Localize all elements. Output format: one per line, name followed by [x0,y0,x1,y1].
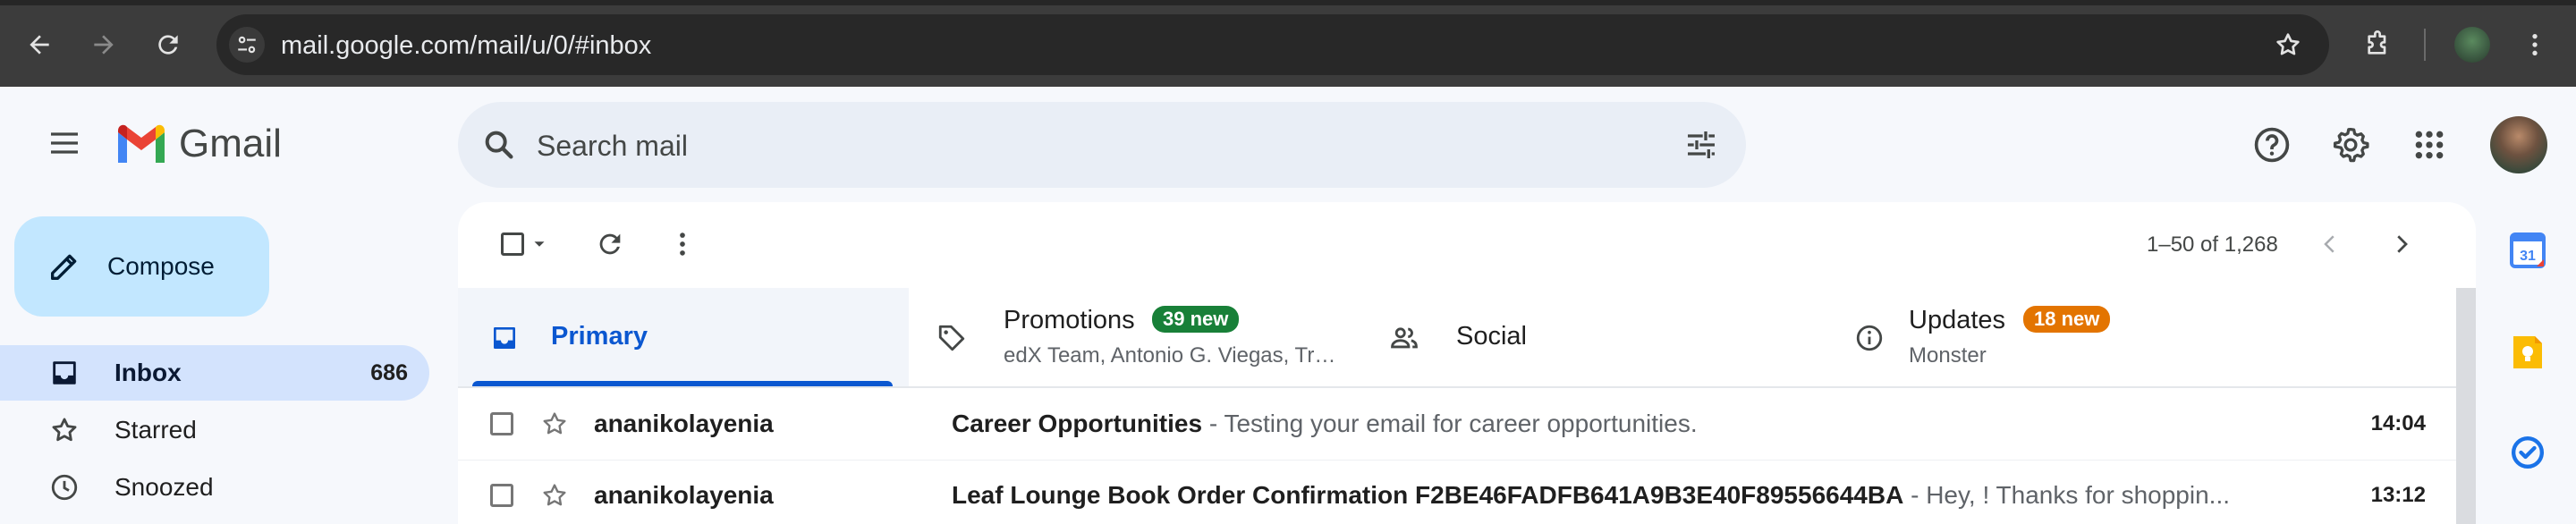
email-time: 13:12 [2370,483,2426,507]
search-options-icon[interactable] [1680,123,1723,166]
email-subject: Career Opportunities [952,410,1203,437]
browser-chrome: mail.google.com/mail/u/0/#inbox [0,0,2576,87]
select-dropdown-icon[interactable] [526,222,553,266]
tag-icon [934,320,970,356]
extensions-icon[interactable] [2356,23,2399,66]
email-time: 14:04 [2370,411,2426,435]
pencil-icon [45,247,84,286]
refresh-icon[interactable] [588,222,632,266]
tab-label: Social [1456,322,1527,351]
calendar-app-icon[interactable]: 31 [2508,231,2547,270]
app-name: Gmail [179,122,282,165]
site-info-icon[interactable] [229,27,265,63]
newer-page-icon[interactable] [2308,222,2352,266]
inbox-tab-icon [487,320,522,356]
account-avatar[interactable] [2490,116,2547,173]
gmail-m-icon [118,124,165,163]
pagination-text: 1–50 of 1,268 [2147,232,2278,257]
reload-icon[interactable] [147,23,190,66]
star-toggle-icon[interactable] [537,406,572,442]
inbox-icon [47,355,82,391]
inbox-unread-count: 686 [370,359,408,385]
sidebar-item-snoozed[interactable]: Snoozed [0,460,429,515]
sidebar-item-label: Inbox [114,359,182,386]
keep-app-icon[interactable] [2508,333,2547,372]
search-icon[interactable] [478,123,521,166]
tab-updates[interactable]: Updates 18 new Monster [1814,288,2456,386]
email-sender: ananikolayenia [594,481,774,509]
new-count-badge: 18 new [2023,306,2111,333]
back-icon[interactable] [18,23,61,66]
star-toggle-icon[interactable] [537,478,572,513]
row-checkbox[interactable] [490,484,513,507]
email-content: Career Opportunities - Testing your emai… [952,410,2293,438]
star-icon [47,412,82,448]
scrollbar[interactable] [2456,288,2476,524]
tab-label: Updates [1909,306,2006,334]
compose-button[interactable]: Compose [14,216,269,317]
toolbar-divider [2424,29,2426,61]
calendar-day-label: 31 [2520,249,2536,264]
search-bar[interactable] [458,102,1746,188]
url-text[interactable]: mail.google.com/mail/u/0/#inbox [281,31,651,61]
info-icon [1852,320,1887,356]
email-snippet: Hey, ! Thanks for shoppin... [1926,481,2231,509]
tab-subtitle: edX Team, Antonio G. Viegas, Tr… [1004,343,1336,368]
tab-label: Promotions [1004,306,1135,334]
tasks-app-icon[interactable] [2508,433,2547,472]
subject-separator: - [1202,410,1224,437]
settings-icon[interactable] [2327,122,2374,168]
tab-strip [0,0,2576,5]
email-row[interactable]: ananikolayenia Career Opportunities - Te… [458,388,2456,461]
main-panel: 1–50 of 1,268 Primary Promotions 39 new … [458,202,2476,524]
profile-avatar[interactable] [2454,27,2490,63]
tab-promotions[interactable]: Promotions 39 new edX Team, Antonio G. V… [909,288,1361,386]
people-icon [1386,320,1422,356]
email-sender: ananikolayenia [594,410,774,437]
search-input[interactable] [535,122,1612,170]
sidebar-item-label: Snoozed [114,473,214,501]
row-checkbox[interactable] [490,412,513,435]
sidebar-item-inbox[interactable]: Inbox 686 [0,345,429,401]
help-icon[interactable] [2249,122,2295,168]
email-snippet: Testing your email for career opportunit… [1224,410,1698,437]
address-bar[interactable]: mail.google.com/mail/u/0/#inbox [216,14,2329,75]
tab-label: Primary [551,322,648,351]
tab-subtitle: Monster [1909,343,1987,368]
subject-separator: - [1903,481,1927,509]
older-page-icon[interactable] [2379,222,2424,266]
main-menu-icon[interactable] [39,118,89,168]
gmail-logo[interactable]: Gmail [114,122,282,166]
compose-label: Compose [107,252,215,280]
more-options-icon[interactable] [660,222,705,266]
sidebar-item-starred[interactable]: Starred [0,402,429,458]
tab-social[interactable]: Social [1361,288,1814,386]
bookmark-star-icon[interactable] [2270,27,2306,63]
new-count-badge: 39 new [1152,306,1240,333]
clock-icon [47,469,82,505]
forward-icon[interactable] [82,23,125,66]
chrome-menu-icon[interactable] [2513,23,2556,66]
email-subject: Leaf Lounge Book Order Confirmation F2BE… [952,481,1904,509]
email-content: Leaf Lounge Book Order Confirmation F2BE… [952,481,2275,510]
tab-primary[interactable]: Primary [458,288,909,386]
apps-icon[interactable] [2406,122,2453,168]
sidebar-item-label: Starred [114,416,197,444]
email-row[interactable]: ananikolayenia Leaf Lounge Book Order Co… [458,460,2456,524]
